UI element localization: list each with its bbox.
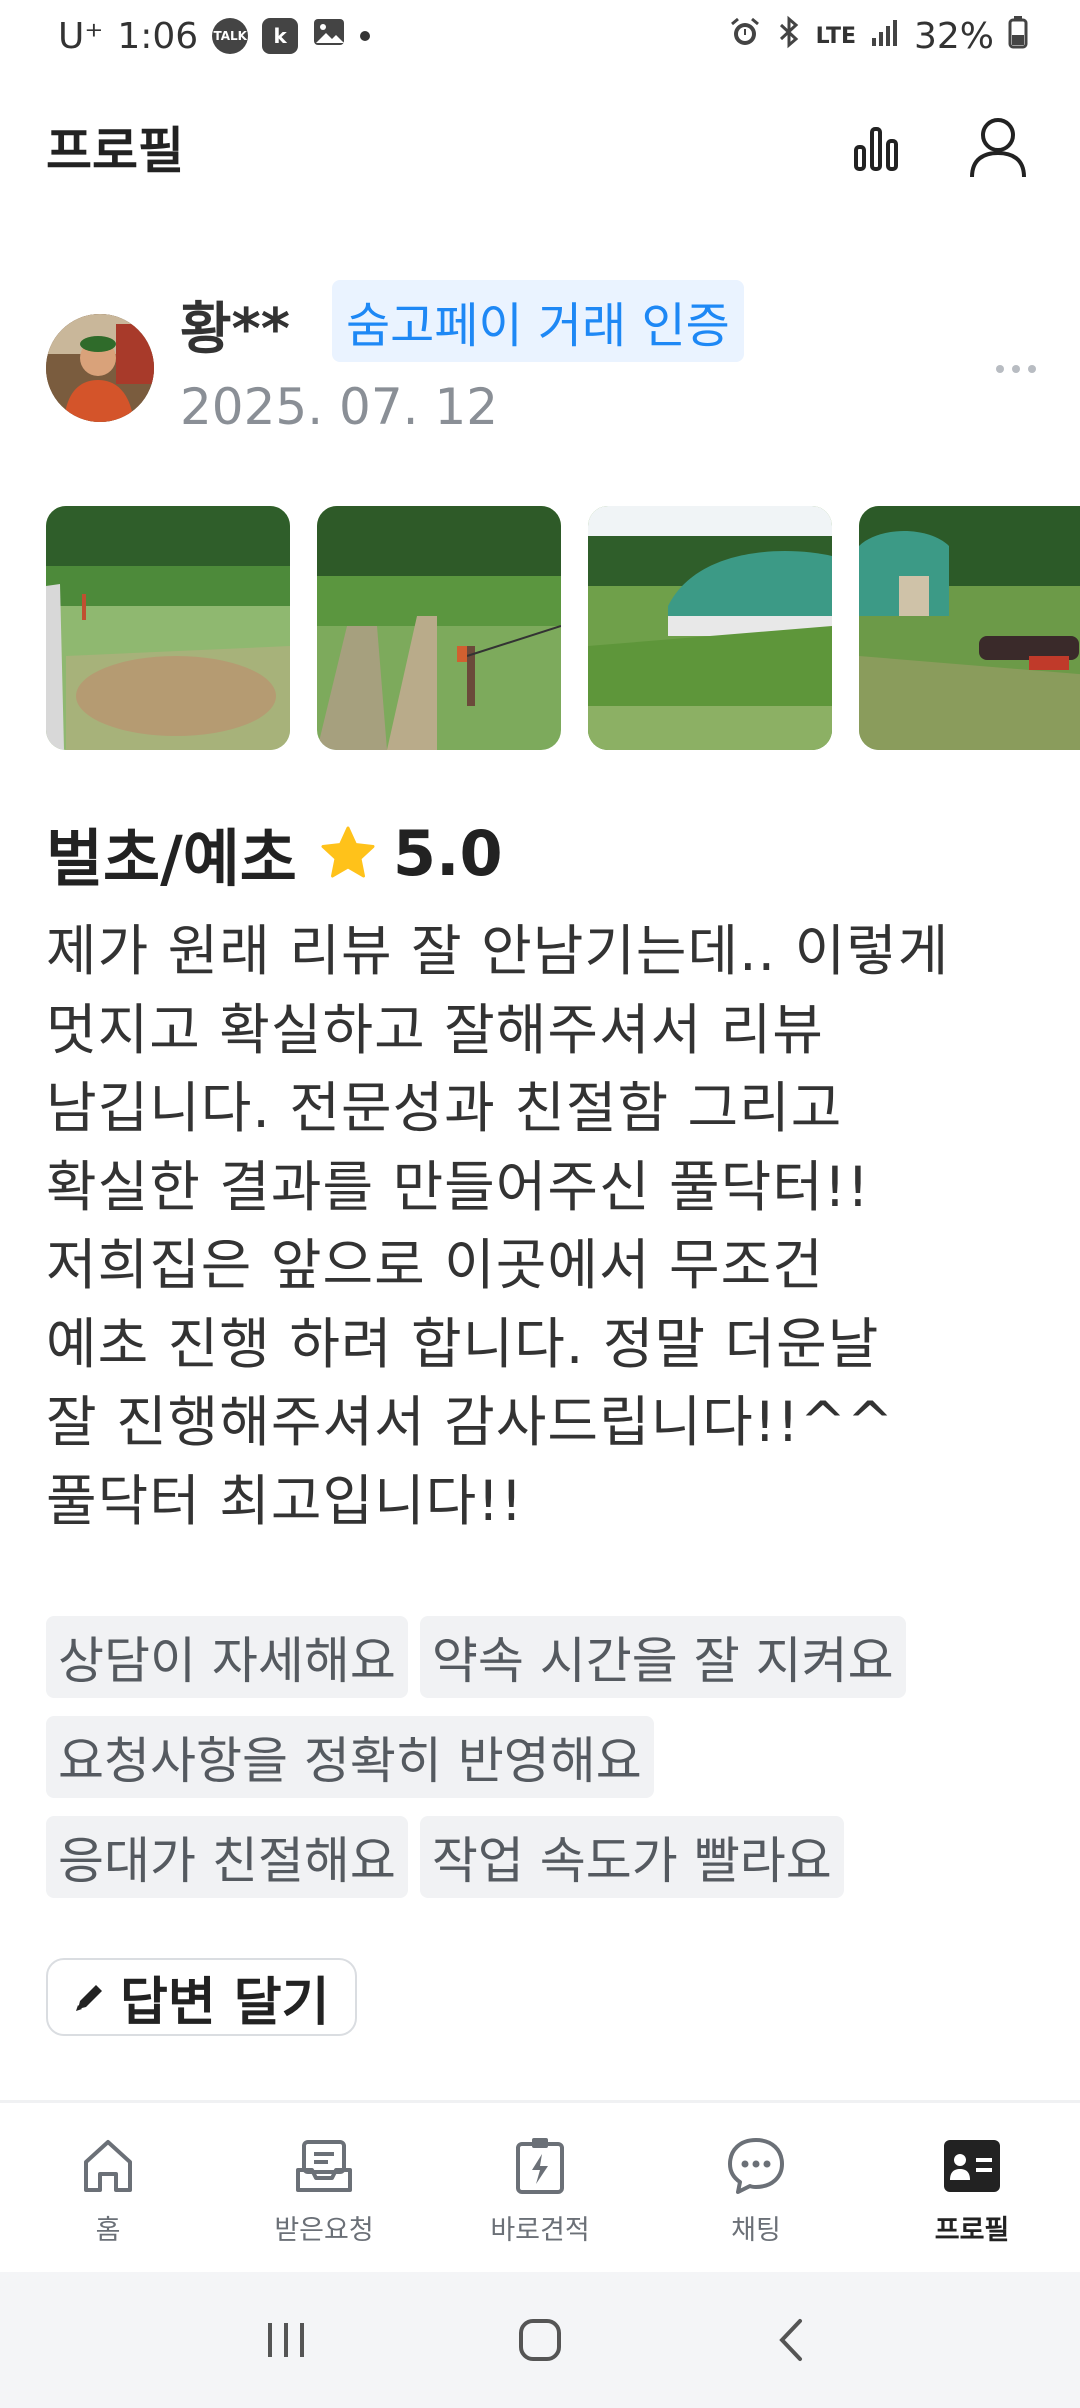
inbox-icon	[296, 2140, 352, 2192]
review-tag: 상담이 자세해요	[46, 1616, 408, 1698]
payment-verified-badge: 숨고페이 거래 인증	[332, 280, 744, 362]
system-nav-bar	[0, 2272, 1080, 2408]
profile-card-icon	[944, 2140, 1000, 2192]
reply-button[interactable]: 답변 달기	[46, 1958, 358, 2036]
review-text-line: 저희집은 앞으로 이곳에서 무조건	[46, 1233, 824, 1297]
nav-item-received-requests[interactable]: 받은요청	[216, 2104, 432, 2272]
review-photo[interactable]	[588, 506, 832, 750]
review-photo[interactable]	[317, 506, 561, 750]
battery-percent: 32%	[913, 15, 994, 57]
review-text-line: 제가 원래 리뷰 잘 안남기는데.. 이렇게	[46, 919, 950, 983]
review-header: 황** 숨고페이 거래 인증 2025. 07. 12	[46, 278, 1046, 438]
service-rating-line: 벌초/예초 5.0	[46, 808, 503, 898]
nav-label: 채팅	[731, 2215, 781, 2246]
service-name: 벌초/예초	[46, 822, 297, 895]
review-text-line: 예초 진행 하려 합니다. 정말 더운날	[46, 1311, 880, 1376]
rating-value: 5.0	[392, 816, 503, 890]
reviewer-name: 황**	[180, 297, 291, 362]
more-notifications-dot	[360, 31, 371, 41]
k-app-notification-icon: k	[262, 18, 299, 54]
status-left: U⁺ 1:06 TALK k	[58, 15, 371, 58]
quick-quote-icon	[516, 2138, 564, 2194]
signal-icon	[870, 16, 900, 57]
account-button[interactable]	[966, 115, 1030, 179]
header-actions	[844, 115, 1030, 179]
nav-item-profile[interactable]: 프로필	[864, 2104, 1080, 2272]
bluetooth-icon	[776, 15, 802, 58]
home-system-button[interactable]	[505, 2305, 575, 2375]
pencil-icon	[76, 1985, 102, 2011]
nav-label: 바로견적	[490, 2215, 590, 2246]
page-title: 프로필	[46, 122, 184, 180]
review-text-line: 풀닥터 최고입니다!!	[46, 1468, 524, 1533]
more-dot	[1012, 365, 1020, 373]
status-right: LTE 32%	[728, 15, 1028, 58]
bar-chart-icon	[854, 127, 898, 171]
review-text: 제가 원래 리뷰 잘 안남기는데.. 이렇게 멋지고 확실하고 잘해주셔서 리뷰…	[46, 912, 1046, 1540]
chat-icon	[728, 2138, 784, 2194]
tag-row: 응대가 친절해요 작업 속도가 빨라요	[46, 1816, 1046, 1898]
back-button[interactable]	[758, 2305, 828, 2375]
nav-divider	[0, 2100, 1080, 2103]
recent-apps-icon	[267, 2323, 304, 2357]
bottom-nav: 홈 받은요청 바로견적 채팅 프로필	[0, 2104, 1080, 2272]
review-tag: 요청사항을 정확히 반영해요	[46, 1716, 654, 1798]
review-tags: 상담이 자세해요 약속 시간을 잘 지켜요 요청사항을 정확히 반영해요 응대가…	[46, 1616, 1046, 1916]
more-options-button[interactable]	[986, 354, 1046, 384]
review-tag: 작업 속도가 빨라요	[419, 1816, 844, 1898]
review-photo-strip[interactable]	[46, 506, 1080, 750]
review-photo[interactable]	[46, 506, 290, 750]
review-tag: 응대가 친절해요	[46, 1816, 408, 1898]
nav-item-chat[interactable]: 채팅	[648, 2104, 864, 2272]
more-dot	[1028, 365, 1036, 373]
review-date: 2025. 07. 12	[180, 378, 499, 436]
review-tag: 약속 시간을 잘 지켜요	[419, 1616, 906, 1698]
review-text-line: 멋지고 확실하고 잘해주셔서 리뷰	[46, 997, 824, 1062]
kakaotalk-notification-icon: TALK	[212, 18, 249, 54]
alarm-icon	[728, 15, 762, 58]
person-icon	[970, 118, 1026, 178]
clock: 1:06	[117, 15, 199, 57]
nav-label: 받은요청	[274, 2215, 374, 2246]
back-chevron-icon	[779, 2319, 803, 2361]
battery-icon	[1008, 15, 1028, 58]
review-text-line: 남깁니다. 전문성과 친절함 그리고	[46, 1076, 843, 1140]
reviewer-avatar	[46, 314, 154, 422]
gallery-notification-icon	[312, 15, 346, 58]
reply-button-label: 답변 달기	[120, 1972, 330, 2033]
review-text-line: 확실한 결과를 만들어주신 풀닥터!!	[46, 1154, 870, 1219]
home-icon	[84, 2140, 132, 2192]
app-header: 프로필	[0, 72, 1080, 222]
nav-label: 홈	[95, 2215, 121, 2246]
home-circle-icon	[518, 2319, 561, 2361]
more-dot	[996, 365, 1004, 373]
tag-row: 상담이 자세해요 약속 시간을 잘 지켜요	[46, 1616, 1046, 1698]
carrier-label: U⁺	[58, 15, 104, 57]
star-icon	[321, 826, 375, 878]
recent-apps-button[interactable]	[252, 2305, 322, 2375]
network-type-label: LTE	[815, 23, 856, 49]
nav-item-quick-quote[interactable]: 바로견적	[432, 2104, 648, 2272]
review-photo[interactable]	[859, 506, 1080, 750]
tag-row: 요청사항을 정확히 반영해요	[46, 1716, 1046, 1798]
status-bar: U⁺ 1:06 TALK k LTE 32%	[0, 0, 1080, 72]
nav-label: 프로필	[934, 2215, 1010, 2246]
stats-button[interactable]	[844, 115, 908, 179]
review-text-line: 잘 진행해주셔서 감사드립니다!!^^	[46, 1390, 895, 1454]
nav-item-home[interactable]: 홈	[0, 2104, 216, 2272]
